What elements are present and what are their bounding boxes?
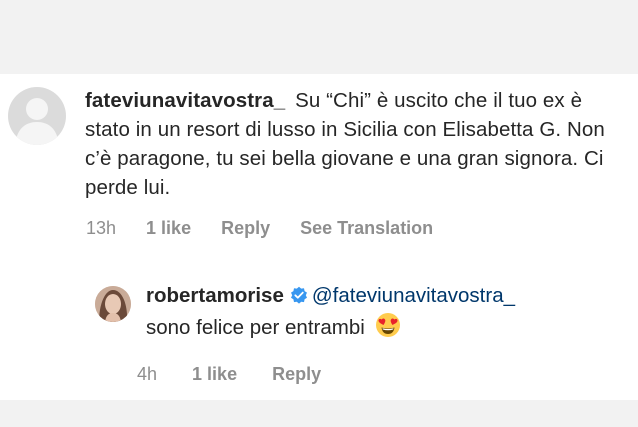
reply-avatar[interactable]	[95, 286, 131, 322]
comments-panel: fateviunavitavostra_ Su “Chi” è uscito c…	[0, 74, 638, 400]
reply-text: sono felice per entrambi	[146, 316, 365, 339]
person-icon	[15, 98, 59, 145]
reply-time[interactable]: 4h	[137, 364, 157, 384]
see-translation-button[interactable]: See Translation	[300, 218, 433, 239]
default-avatar[interactable]	[8, 87, 66, 145]
reply-likes[interactable]: 1 like	[192, 364, 237, 384]
comment-username[interactable]: fateviunavitavostra_	[85, 89, 285, 112]
comment-likes[interactable]: 1 like	[146, 218, 191, 239]
reply-mention[interactable]: @fateviunavitavostra_	[312, 284, 515, 307]
comment-time[interactable]: 13h	[86, 218, 116, 239]
reply-reply-button[interactable]: Reply	[272, 364, 321, 384]
comment-reply-button[interactable]: Reply	[221, 218, 270, 239]
profile-photo-icon	[95, 286, 131, 322]
reply-meta: 4h 1 like Reply	[137, 364, 351, 385]
comment-body: fateviunavitavostra_ Su “Chi” è uscito c…	[85, 86, 625, 202]
reply-body: robertamorise @fateviunavitavostra_ sono …	[146, 281, 616, 346]
comment-meta: 13h 1 like Reply See Translation	[86, 218, 463, 239]
reply-username[interactable]: robertamorise	[146, 284, 284, 307]
heart-eyes-emoji-icon	[375, 312, 401, 346]
verified-badge-icon	[290, 283, 308, 312]
